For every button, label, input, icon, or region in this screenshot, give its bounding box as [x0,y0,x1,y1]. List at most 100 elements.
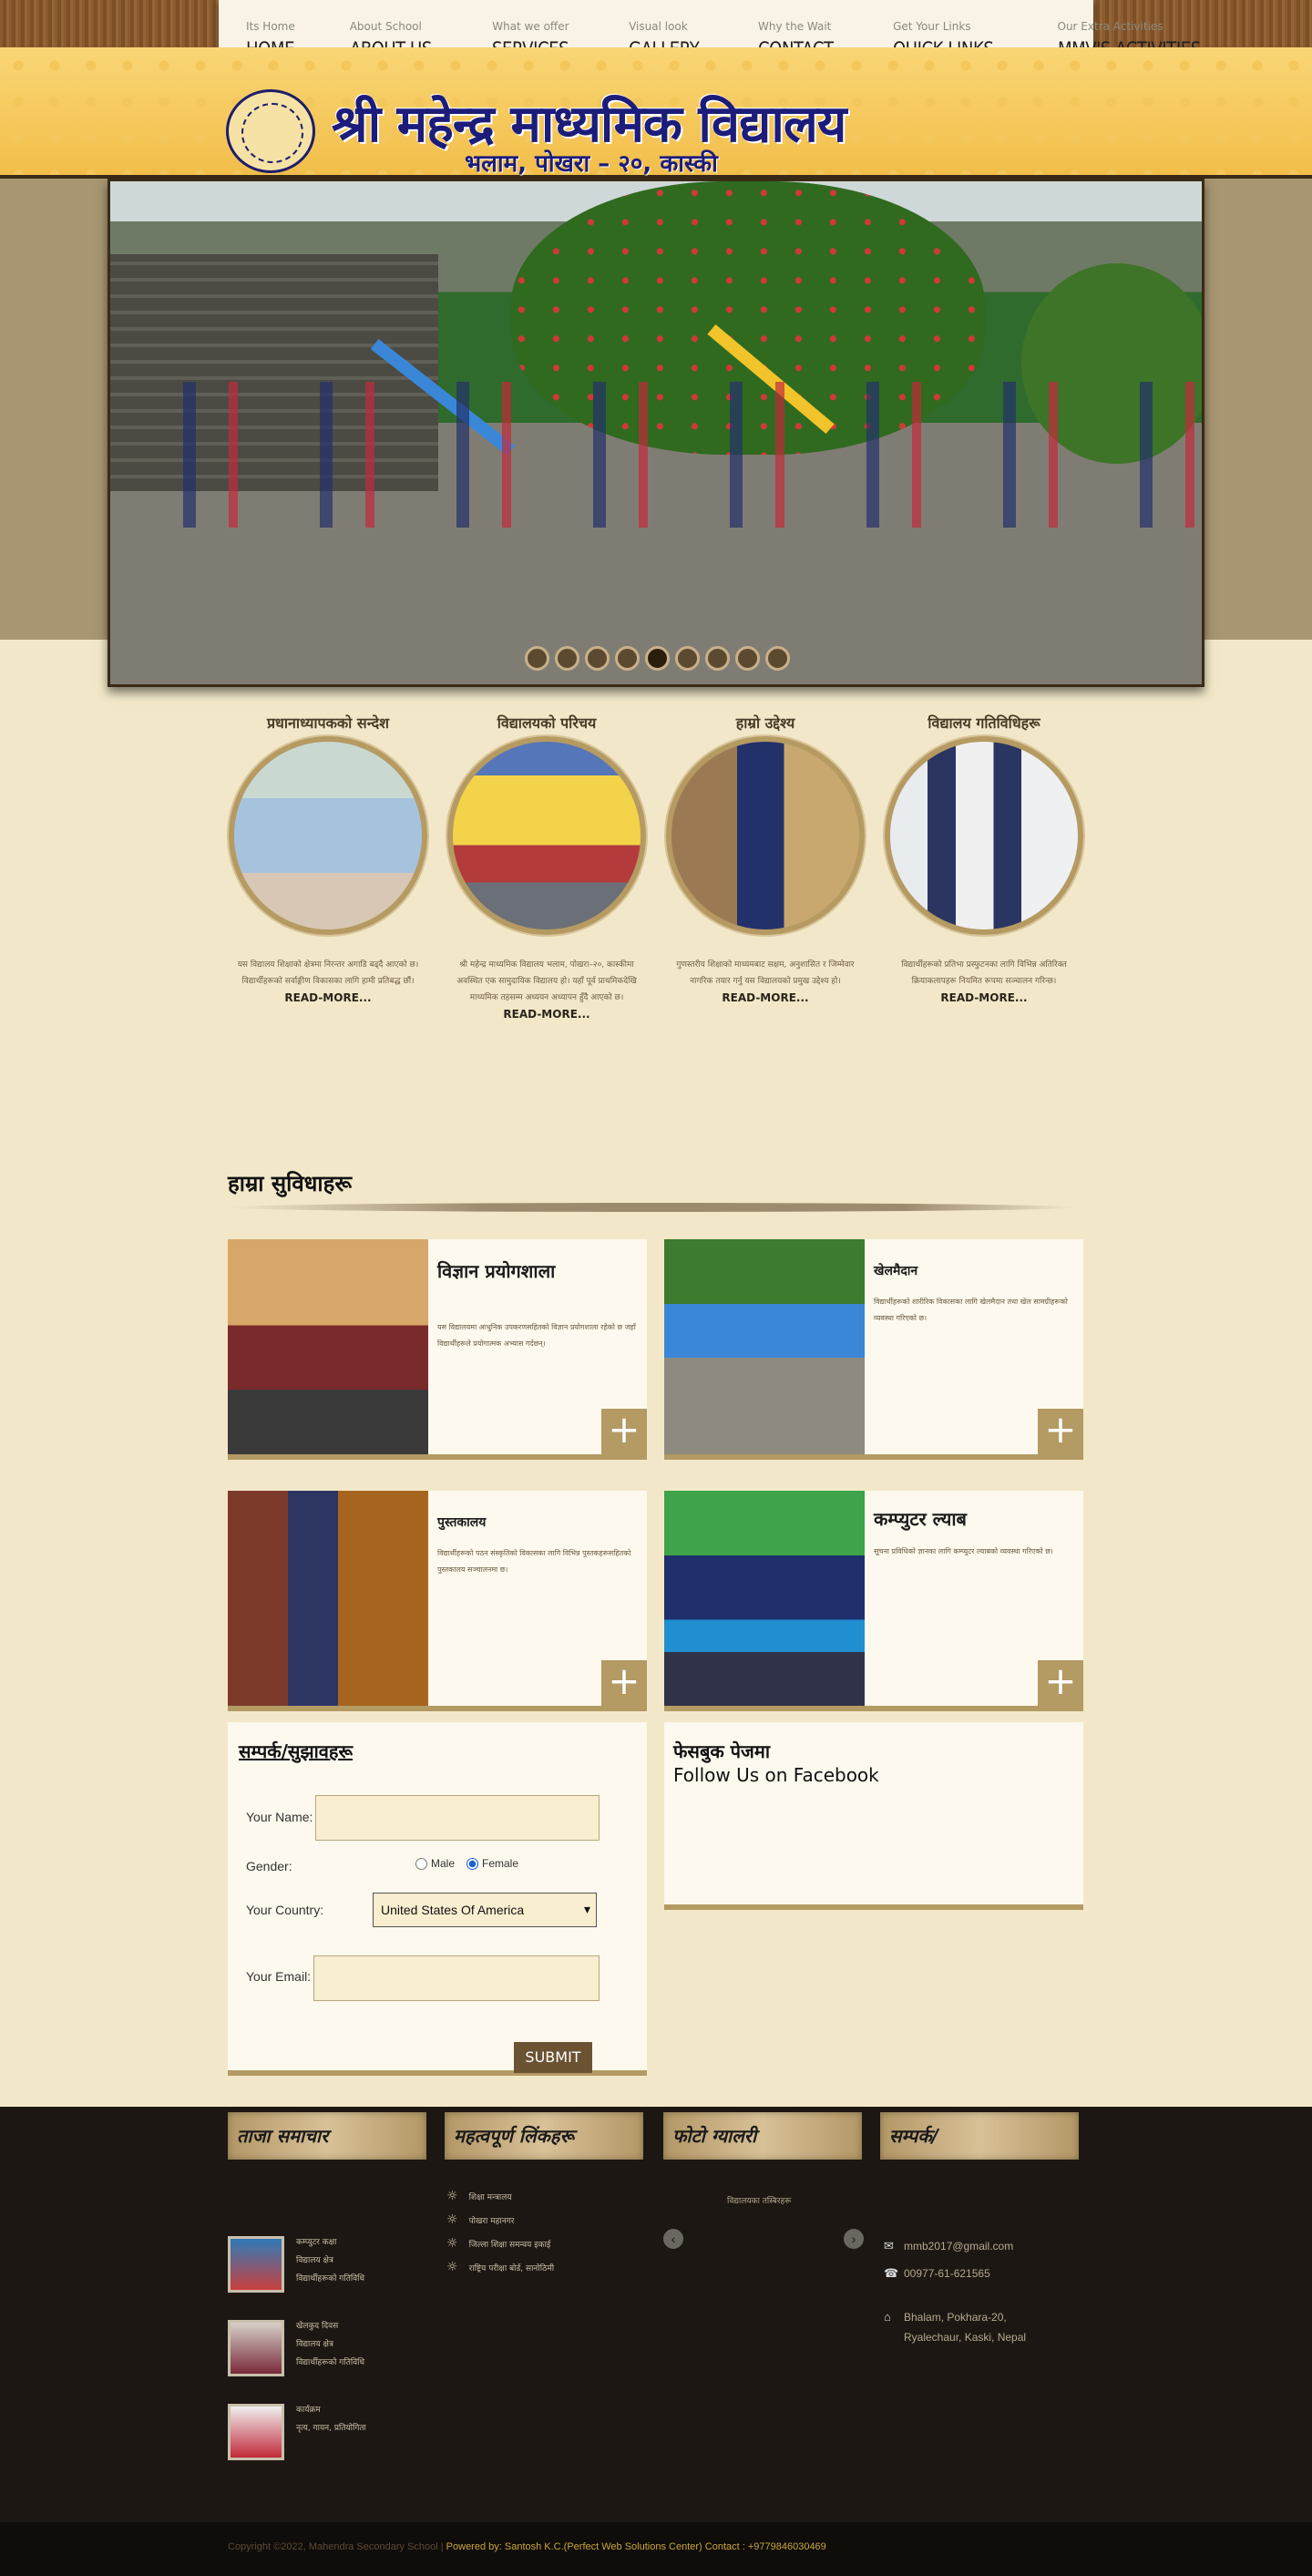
feature-title: प्रधानाध्यापकको सन्देश [266,714,390,732]
feature-text-body: विद्यार्थीहरूको प्रतिभा प्रस्फुटनका लागि… [901,960,1067,986]
submit-button[interactable]: SUBMIT [514,2042,592,2073]
card-more-button[interactable]: + [601,1409,647,1454]
slider-dot[interactable] [585,646,610,671]
card-more-button[interactable]: + [1038,1409,1083,1454]
sun-bullet-icon: ☼ [446,2212,458,2227]
news-title: खेलकुद दिवस [296,2322,339,2331]
news-thumbnail[interactable] [228,2404,284,2460]
news-thumbnail[interactable] [228,2320,284,2376]
card-title: विज्ञान प्रयोगशाला [437,1260,556,1282]
footer-link[interactable]: ☼ जिल्ला शिक्षा समन्वय इकाई [446,2237,551,2250]
news-line: विद्यार्थीहरूको गतिविधि [296,2358,365,2367]
news-line: विद्यालय क्षेत्र [296,2340,333,2349]
feature-item: विद्यालय गतिविधिहरू विद्यार्थीहरूको प्रत… [875,713,1093,1022]
form-title: सम्पर्क/सुझावहरू [239,1740,354,1762]
facilities-heading: हाम्रा सुविधाहरू [228,1171,353,1196]
address-line: Bhalam, Pokhara-20, [904,2311,1007,2324]
slider-dot[interactable] [615,646,640,671]
news-item[interactable]: कार्यक्रम नृत्य, गायन, प्रतियोगिता [296,2401,366,2437]
feature-text: गुणस्तरीय शिक्षाको माध्यमबाट सक्षम, अनुश… [672,957,858,1006]
feature-text-body: गुणस्तरीय शिक्षाको माध्यमबाट सक्षम, अनुश… [676,960,855,986]
footer-heading-news: ताजा समाचार [228,2112,426,2160]
nav-sub-label: Why the Wait [758,20,832,33]
news-thumbnail[interactable] [228,2236,284,2293]
news-item[interactable]: खेलकुद दिवस विद्यालय क्षेत्र विद्यार्थीहरू… [296,2317,364,2372]
footer-link[interactable]: ☼ शिक्षा मन्त्रालय [446,2190,512,2202]
footer-link[interactable]: ☼ राष्ट्रिय परीक्षा बोर्ड, सानोठिमी [446,2260,555,2274]
feature-title: विद्यालय गतिविधिहरू [928,714,1040,732]
footer-heading-contact: सम्पर्क/ [880,2112,1079,2160]
footer-link-label: राष्ट्रिय परीक्षा बोर्ड, सानोठिमी [468,2264,555,2273]
phone-text: 00977-61-621565 [904,2267,990,2280]
country-value: United States Of America [381,1903,525,1917]
card-text: यस विद्यालयमा आधुनिक उपकरणसहितको विज्ञान… [437,1323,636,1348]
name-field[interactable] [315,1795,600,1841]
email-text: mmb2017@gmail.com [904,2240,1014,2253]
feature-text: श्री महेन्द्र माध्यमिक विद्यालय भलाम, पो… [454,957,640,1022]
feature-text-body: श्री महेन्द्र माध्यमिक विद्यालय भलाम, पो… [456,960,637,1002]
heading-divider [228,1203,1075,1212]
facility-card: कम्प्युटर ल्याब सूचना प्रविधिको ज्ञानका … [664,1491,1083,1711]
country-select[interactable]: United States Of America [373,1893,597,1927]
name-label: Your Name: [246,1810,313,1824]
feature-item: प्रधानाध्यापकको सन्देश यस विद्यालय शिक्ष… [219,713,437,1022]
slider-dot[interactable] [675,646,700,671]
slider-dot[interactable] [555,646,579,671]
card-photo [664,1239,865,1454]
read-more-link[interactable]: READ-MORE... [235,990,421,1006]
card-more-button[interactable]: + [601,1660,647,1706]
slider-dot[interactable] [765,646,790,671]
feature-photo [229,736,427,935]
gallery-next-arrow-icon[interactable]: › [844,2229,864,2249]
radio-label: Male [431,1857,456,1870]
slider-dot[interactable] [735,646,760,671]
facebook-subtitle: Follow Us on Facebook [673,1764,879,1786]
banner-content: श्री महेन्द्र माध्यमिक विद्यालय भलाम, पो… [219,82,1093,179]
gender-label: Gender: [246,1859,292,1873]
read-more-link[interactable]: READ-MORE... [891,990,1077,1006]
card-text: विद्यार्थीहरूको पठन संस्कृतिको विकासका ल… [437,1549,631,1574]
footer-link-label: जिल्ला शिक्षा समन्वय इकाई [468,2241,551,2250]
footer-link[interactable]: ☼ पोखरा महानगर [446,2212,514,2227]
radio-circle [415,1857,427,1870]
card-photo [228,1491,428,1706]
location-icon: ⌂ [884,2310,891,2324]
nav-sub-label: Visual look [629,20,688,33]
card-title: खेलमैदान [874,1264,918,1278]
gallery-prev-arrow-icon[interactable]: ‹ [663,2229,683,2249]
contact-email[interactable]: ✉ mmb2017@gmail.com [884,2236,1013,2256]
card-photo [228,1239,428,1454]
feature-photo [447,736,646,935]
facility-card: खेलमैदान विद्यार्थीहरूको शारीरिक विकासका… [664,1239,1083,1460]
news-title: कार्यक्रम [296,2406,321,2415]
mail-icon: ✉ [884,2239,894,2253]
slider-dot[interactable] [645,646,670,671]
read-more-link[interactable]: READ-MORE... [454,1006,640,1022]
copyright: Copyright ©2022, Mahendra Secondary Scho… [228,2541,826,2552]
card-title: पुस्तकालय [437,1515,487,1530]
news-line: नृत्य, गायन, प्रतियोगिता [296,2424,366,2433]
news-item[interactable]: कम्प्युटर कक्षा विद्यालय क्षेत्र विद्यार्थ… [296,2233,364,2288]
gender-female-radio[interactable]: Female [466,1857,518,1870]
nav-sub-label: Get Your Links [893,20,971,33]
card-title: कम्प्युटर ल्याब [874,1508,967,1530]
slider-dot[interactable] [525,646,549,671]
nav-sub-label: About School [349,20,422,33]
gallery-caption: विद्यालयका तस्बिरहरू [727,2197,792,2206]
sun-bullet-icon: ☼ [446,2260,458,2274]
contact-phone[interactable]: ☎ 00977-61-621565 [884,2263,990,2284]
email-field[interactable] [313,1955,600,2001]
school-logo [226,89,315,173]
image-slider[interactable] [108,179,1204,687]
news-line: विद्यालय क्षेत्र [296,2256,333,2265]
feature-text-body: यस विद्यालय शिक्षाको क्षेत्रमा निरन्तर अ… [237,960,419,986]
card-more-button[interactable]: + [1038,1660,1083,1706]
feature-title: हाम्रो उद्देश्य [735,714,795,732]
slider-dot[interactable] [705,646,730,671]
gender-male-radio[interactable]: Male [415,1857,455,1870]
school-banner: श्री महेन्द्र माध्यमिक विद्यालय भलाम, पो… [0,47,1312,179]
powered-by-link[interactable]: Powered by: Santosh K.C.(Perfect Web Sol… [444,2541,826,2552]
slider-pagination [525,646,790,671]
read-more-link[interactable]: READ-MORE... [672,990,858,1006]
facility-card: विज्ञान प्रयोगशाला यस विद्यालयमा आधुनिक … [228,1239,647,1460]
